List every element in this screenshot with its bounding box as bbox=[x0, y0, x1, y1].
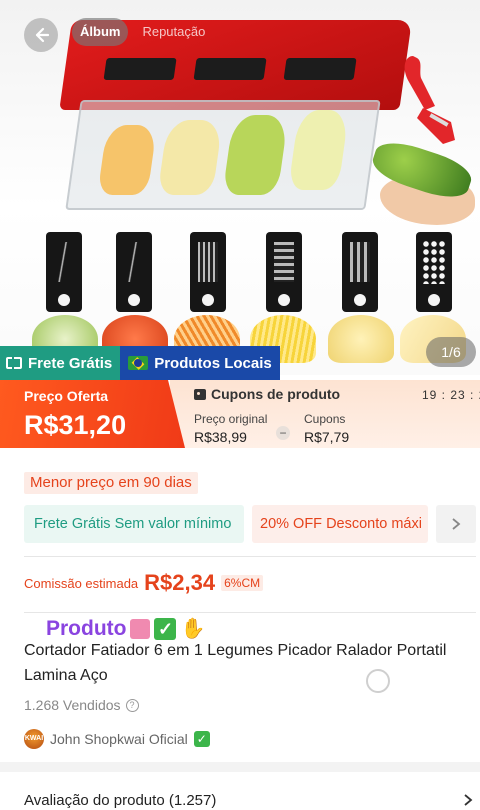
chevron-right-icon bbox=[452, 518, 461, 530]
countdown-timer: 19 : 23 : 2 bbox=[422, 388, 480, 402]
tab-album[interactable]: Álbum bbox=[72, 18, 129, 46]
peeler-illustration bbox=[404, 56, 455, 144]
divider bbox=[24, 612, 476, 613]
product-title: Cortador Fatiador 6 em 1 Legumes Picador… bbox=[24, 642, 447, 684]
commission-row: Comissão estimada R$2,34 6%CM bbox=[24, 570, 264, 596]
free-shipping-badge: Frete Grátis bbox=[0, 346, 121, 380]
local-products-label: Produtos Locais bbox=[154, 354, 272, 372]
shop-avatar: KWAI bbox=[24, 729, 44, 749]
image-counter: 1/6 bbox=[426, 337, 476, 367]
coupon-value: R$7,79 bbox=[304, 429, 350, 445]
brazil-flag-icon bbox=[128, 356, 149, 370]
reviews-link[interactable]: Avaliação do produto (1.257) bbox=[24, 792, 216, 809]
commission-value: R$2,34 bbox=[144, 570, 216, 595]
question-circle-icon[interactable]: ? bbox=[125, 698, 139, 712]
shop-name[interactable]: John Shopkwai Oficial bbox=[50, 731, 188, 747]
coupon-label: Cupons bbox=[304, 412, 346, 426]
chevron-right-icon[interactable] bbox=[462, 793, 474, 807]
commission-percent: 6%CM bbox=[221, 575, 264, 591]
promo-more-button[interactable] bbox=[436, 505, 476, 543]
section-separator bbox=[0, 762, 480, 772]
commission-label: Comissão estimada bbox=[24, 575, 139, 591]
local-products-badge: Produtos Locais bbox=[120, 346, 280, 380]
arrow-left-icon bbox=[35, 27, 50, 43]
promo-discount[interactable]: 20% OFF Desconto máxi bbox=[252, 505, 428, 543]
floating-assistive-button[interactable] bbox=[366, 669, 390, 693]
divider bbox=[24, 556, 476, 557]
coupons-title: Cupons de produto bbox=[194, 386, 340, 402]
sold-count: 1.268 Vendidos ? bbox=[24, 697, 139, 713]
blade-set bbox=[40, 232, 470, 314]
promo-free-shipping[interactable]: Frete Grátis Sem valor mínimo bbox=[24, 505, 244, 543]
coupon-panel[interactable]: Cupons de produto 19 : 23 : 2 Preço orig… bbox=[170, 380, 480, 448]
promo-row[interactable]: Frete Grátis Sem valor mínimo 20% OFF De… bbox=[24, 505, 480, 543]
product-image-carousel[interactable]: Álbum Reputação 1/6 bbox=[0, 0, 480, 375]
offer-price-panel: Preço Oferta R$31,20 bbox=[0, 380, 185, 448]
shop-row[interactable]: KWAI John Shopkwai Oficial ✓ bbox=[24, 729, 210, 749]
minus-sign: − bbox=[276, 426, 290, 440]
back-button[interactable] bbox=[24, 18, 58, 52]
coupon-icon bbox=[194, 388, 206, 400]
media-tabs: Álbum Reputação bbox=[72, 18, 213, 46]
offer-price-label: Preço Oferta bbox=[24, 388, 109, 404]
check-mark-icon: ✓ bbox=[193, 731, 210, 747]
ticket-icon bbox=[6, 357, 22, 369]
lowest-price-tag: Menor preço em 90 dias bbox=[24, 472, 198, 494]
product-page: Álbum Reputação 1/6 Frete Grátis Produto… bbox=[0, 0, 480, 810]
original-price-label: Preço original bbox=[194, 412, 268, 426]
check-mark-icon: ✓ bbox=[154, 617, 177, 640]
price-block: Cupons de produto 19 : 23 : 2 Preço orig… bbox=[0, 380, 480, 448]
badge-row: Frete Grátis Produtos Locais bbox=[0, 346, 280, 380]
free-shipping-label: Frete Grátis bbox=[28, 354, 113, 372]
produto-label: Produto bbox=[46, 616, 127, 640]
sold-count-text: 1.268 Vendidos bbox=[24, 697, 121, 713]
coupons-title-text: Cupons de produto bbox=[211, 386, 341, 402]
original-price-value: R$38,99 bbox=[194, 429, 247, 445]
shopping-bag-icon bbox=[130, 618, 151, 639]
tab-reputation[interactable]: Reputação bbox=[134, 18, 213, 46]
offer-price-value: R$31,20 bbox=[24, 410, 127, 440]
